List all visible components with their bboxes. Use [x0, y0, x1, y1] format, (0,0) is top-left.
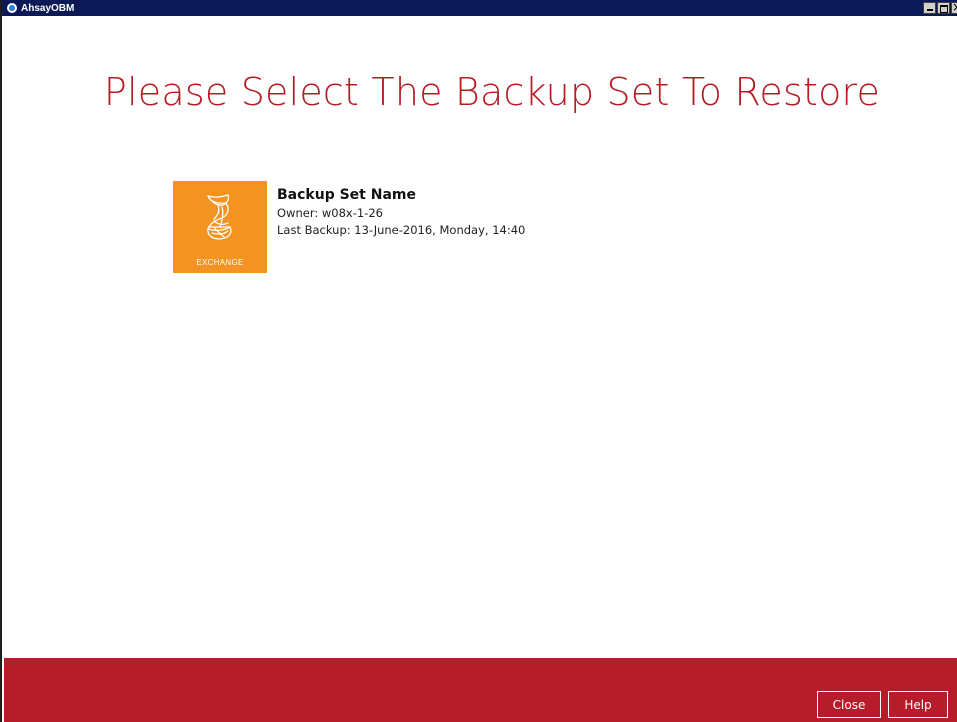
backup-set-details: Backup Set Name Owner: w08x-1-26 Last Ba… [277, 181, 525, 273]
help-button[interactable]: Help [888, 691, 948, 718]
close-button[interactable]: Close [817, 691, 881, 718]
backup-set-owner: Owner: w08x-1-26 [277, 206, 383, 220]
backup-set-type-label: EXCHANGE [196, 258, 244, 267]
close-window-icon[interactable] [951, 0, 957, 14]
backup-set-tile[interactable]: EXCHANGE [173, 181, 267, 273]
exchange-icon [207, 194, 232, 240]
window-title: AhsayOBM [21, 2, 75, 14]
maximize-icon[interactable] [937, 2, 950, 14]
page-title: Please Select The Backup Set To Restore [103, 70, 881, 114]
backup-set-item[interactable]: EXCHANGE Backup Set Name Owner: w08x-1-2… [173, 181, 593, 273]
app-logo-icon [7, 3, 17, 13]
minimize-icon[interactable] [923, 2, 936, 14]
app-window: AhsayOBM Please Select The Backup Set To… [0, 0, 957, 722]
footer-bar: Close Help [4, 658, 957, 722]
backup-set-last-backup: Last Backup: 13-June-2016, Monday, 14:40 [277, 223, 526, 237]
backup-set-name: Backup Set Name [277, 187, 416, 203]
window-controls [922, 0, 957, 14]
title-bar[interactable]: AhsayOBM [2, 0, 957, 16]
